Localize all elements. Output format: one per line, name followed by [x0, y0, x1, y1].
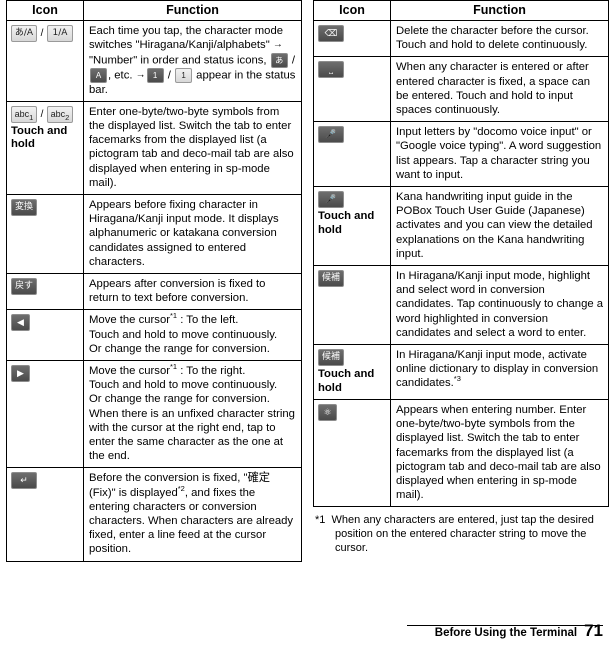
- manual-page: Icon Function あ/A/1/A Each time you tap,…: [0, 0, 609, 645]
- touch-and-hold-label: Touch and hold: [318, 368, 375, 394]
- function-cell: Delete the character before the cursor. …: [390, 19, 609, 58]
- table-row: 戻す Appears after conversion is fixed to …: [6, 272, 302, 311]
- icon-cell: ⚛: [313, 399, 391, 508]
- touch-and-hold-label: Touch and hold: [11, 124, 68, 151]
- icon-cell: 候補: [313, 265, 391, 346]
- function-cell: Kana handwriting input guide in the POBo…: [390, 186, 609, 267]
- backspace-key-icon: ⌫: [318, 25, 344, 42]
- function-cell: Appears before fixing character in Hirag…: [83, 193, 302, 274]
- table-row: abc1/abc2 Touch and hold Enter one-byte/…: [6, 100, 302, 195]
- icon-cell: 戻す: [6, 272, 84, 311]
- table-row: あ/A/1/A Each time you tap, the character…: [6, 20, 302, 102]
- footer-chapter-title: Before Using the Terminal: [434, 627, 578, 639]
- right-function-table: Icon Function ⌫ Delete the character bef…: [313, 0, 609, 508]
- table-row: ▶ Move the cursor*1 : To the right. Touch…: [6, 359, 302, 469]
- table-row: 候補 Touch and hold In Hiragana/Kanji inpu…: [313, 344, 609, 401]
- column-header-function: Function: [83, 0, 302, 21]
- icon-cell: ↵: [6, 467, 84, 562]
- key-separator: /: [40, 28, 44, 39]
- table-row: 🎤 Touch and hold Kana handwriting input …: [313, 186, 609, 267]
- hiragana-alphabet-key-icon: あ/A: [11, 25, 37, 42]
- column-header-icon: Icon: [313, 0, 391, 21]
- enter-key-icon: ↵: [11, 472, 37, 490]
- icon-cell: ▶: [6, 359, 84, 469]
- icon-cell: ⎵: [313, 56, 391, 123]
- candidate-key-icon: 候補: [318, 349, 344, 367]
- table-row: ⌫ Delete the character before the cursor…: [313, 19, 609, 58]
- status-icon-number-1: 1: [146, 67, 164, 83]
- icon-cell: 🎤: [313, 121, 391, 188]
- icon-cell: abc1/abc2 Touch and hold: [6, 100, 84, 195]
- function-cell: In Hiragana/Kanji input mode, highlight …: [390, 265, 609, 346]
- icon-cell: 変換: [6, 193, 84, 274]
- table-row: 変換 Appears before fixing character in Hi…: [6, 193, 302, 274]
- undo-key-icon: 戻す: [11, 277, 37, 295]
- icon-cell: 候補 Touch and hold: [313, 344, 391, 401]
- function-cell: Each time you tap, the character mode sw…: [83, 20, 302, 102]
- function-cell: Appears when entering number. Enter one-…: [390, 399, 609, 508]
- icon-cell: ◀: [6, 309, 84, 361]
- symbol-key-icon-1: abc1: [11, 105, 37, 123]
- function-cell: Enter one-byte/two-byte symbols from the…: [83, 100, 302, 195]
- cursor-right-key-icon: ▶: [11, 364, 30, 382]
- function-cell: Appears after conversion is fixed to ret…: [83, 272, 302, 311]
- column-header-icon: Icon: [6, 0, 84, 21]
- table-row: ⎵ When any character is entered or after…: [313, 56, 609, 123]
- status-icon-hiragana: あ: [270, 52, 288, 68]
- footnote-1: *1 When any characters are entered, just…: [313, 513, 608, 555]
- two-column-layout: Icon Function あ/A/1/A Each time you tap,…: [0, 0, 609, 562]
- left-column: Icon Function あ/A/1/A Each time you tap,…: [6, 0, 302, 562]
- number-mode-key-icon: 1/A: [47, 25, 73, 42]
- symbol-key-icon-2: abc2: [47, 105, 73, 123]
- footnote-marker: *1: [315, 514, 326, 527]
- status-icon-number-2: 1: [175, 67, 193, 83]
- left-function-table: Icon Function あ/A/1/A Each time you tap,…: [6, 0, 302, 562]
- symbol-entry-key-icon: ⚛: [318, 404, 337, 422]
- footer-page-number: 71: [584, 621, 603, 640]
- icon-cell: あ/A/1/A: [6, 20, 84, 102]
- space-key-icon: ⎵: [318, 61, 344, 79]
- microphone-key-icon: 🎤: [318, 126, 344, 144]
- function-cell: Move the cursor*1 : To the left. Touch an…: [83, 309, 302, 361]
- icon-cell: ⌫: [313, 19, 391, 58]
- candidate-key-icon: 候補: [318, 270, 344, 288]
- touch-and-hold-label: Touch and hold: [318, 210, 375, 236]
- conversion-key-icon: 変換: [11, 198, 37, 216]
- right-column: Icon Function ⌫ Delete the character bef…: [313, 0, 609, 562]
- footnote-text: When any characters are entered, just ta…: [331, 514, 594, 555]
- key-separator: /: [40, 108, 44, 120]
- function-cell: Move the cursor*1 : To the right. Touch a…: [83, 359, 302, 469]
- table-header-row: Icon Function: [313, 0, 609, 21]
- function-cell: Before the conversion is fixed, "確定 (Fix…: [83, 467, 302, 562]
- table-row: ↵ Before the conversion is fixed, "確定 (F…: [6, 467, 302, 562]
- function-cell: When any character is entered or after e…: [390, 56, 609, 123]
- icon-cell: 🎤 Touch and hold: [313, 186, 391, 267]
- table-row: ◀ Move the cursor*1 : To the left. Touch …: [6, 309, 302, 361]
- status-icon-alphabet: A: [90, 67, 107, 83]
- microphone-key-icon: 🎤: [318, 191, 344, 209]
- table-row: 候補 In Hiragana/Kanji input mode, highlig…: [313, 265, 609, 346]
- column-header-function: Function: [390, 0, 609, 21]
- cursor-left-key-icon: ◀: [11, 314, 30, 332]
- table-row: 🎤 Input letters by "docomo voice input" …: [313, 121, 609, 188]
- page-footer: Before Using the Terminal 71: [435, 621, 603, 641]
- function-cell: Input letters by "docomo voice input" or…: [390, 121, 609, 188]
- function-cell: In Hiragana/Kanji input mode, activate o…: [390, 344, 609, 401]
- table-header-row: Icon Function: [6, 0, 302, 21]
- table-row: ⚛ Appears when entering number. Enter on…: [313, 399, 609, 508]
